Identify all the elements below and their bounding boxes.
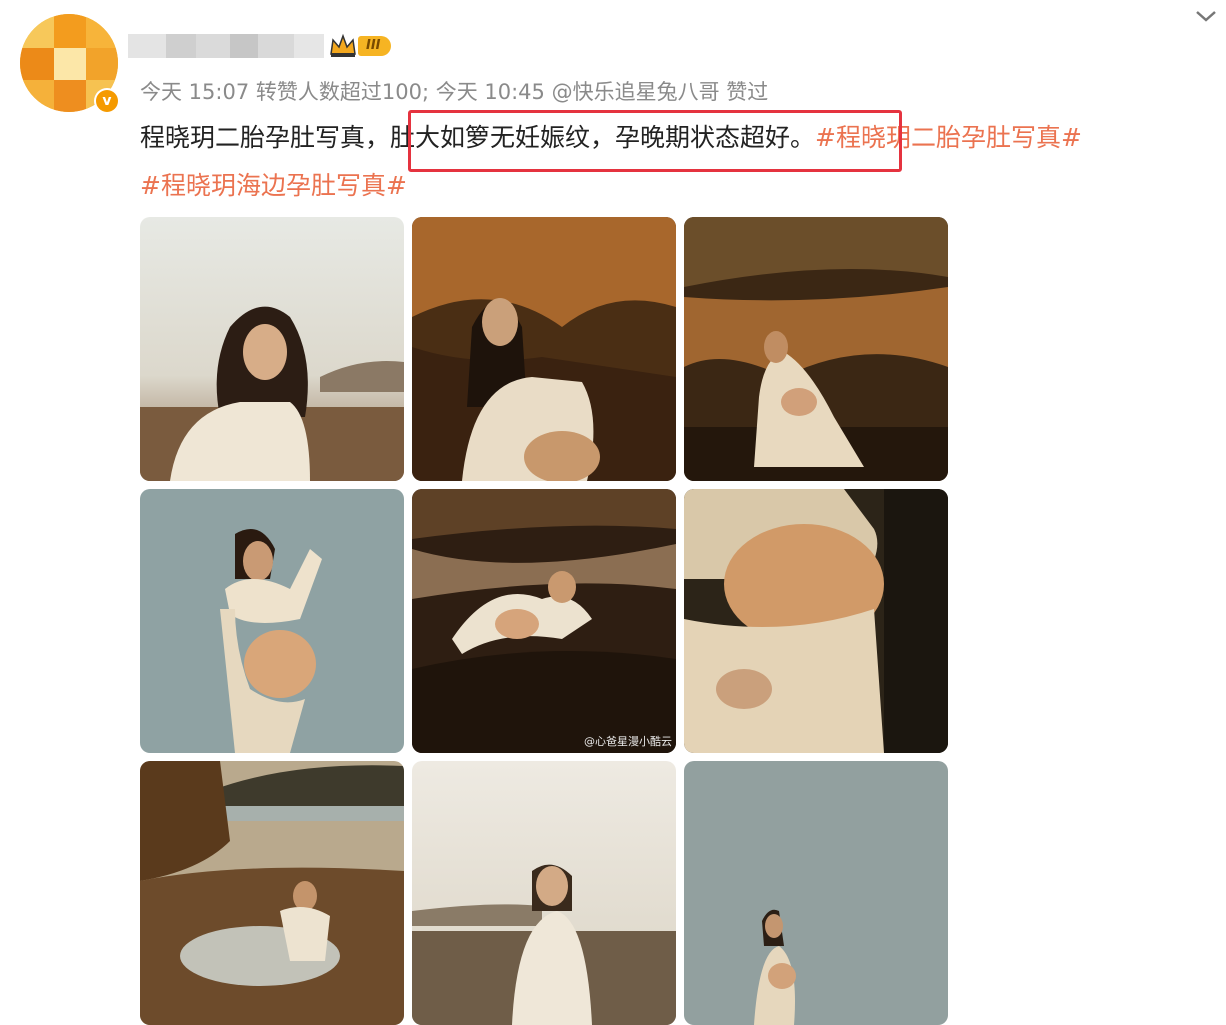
photo-thumbnail[interactable] bbox=[412, 217, 676, 481]
hashtag-link[interactable]: #程晓玥海边孕肚写真# bbox=[140, 171, 407, 200]
photo-thumbnail[interactable] bbox=[140, 761, 404, 1025]
photo-thumbnail[interactable] bbox=[412, 761, 676, 1025]
photo-thumbnail[interactable] bbox=[140, 217, 404, 481]
photo-thumbnail[interactable]: @心爸星漫小酷云 bbox=[412, 489, 676, 753]
photo-watermark: @心爸星漫小酷云 bbox=[584, 735, 672, 748]
photo-thumbnail[interactable] bbox=[140, 489, 404, 753]
weibo-post-card: v III 今天 15:07 转赞人数超过100; 今天 10:45 @快乐追星… bbox=[0, 0, 1226, 1025]
post-meta: 今天 15:07 转赞人数超过100; 今天 10:45 @快乐追星兔八哥 赞过 bbox=[140, 80, 769, 104]
level-badge: III bbox=[358, 36, 391, 56]
crown-icon bbox=[330, 33, 356, 57]
chevron-down-icon[interactable] bbox=[1194, 8, 1218, 24]
photo-thumbnail[interactable] bbox=[684, 489, 948, 753]
photo-thumbnail[interactable] bbox=[684, 761, 948, 1025]
post-text-plain: 程晓玥二胎孕肚写真， bbox=[140, 123, 391, 152]
username-blurred[interactable] bbox=[128, 34, 324, 58]
highlight-box bbox=[408, 110, 902, 172]
photo-thumbnail[interactable] bbox=[684, 217, 948, 481]
verified-badge-icon: v bbox=[94, 88, 120, 114]
